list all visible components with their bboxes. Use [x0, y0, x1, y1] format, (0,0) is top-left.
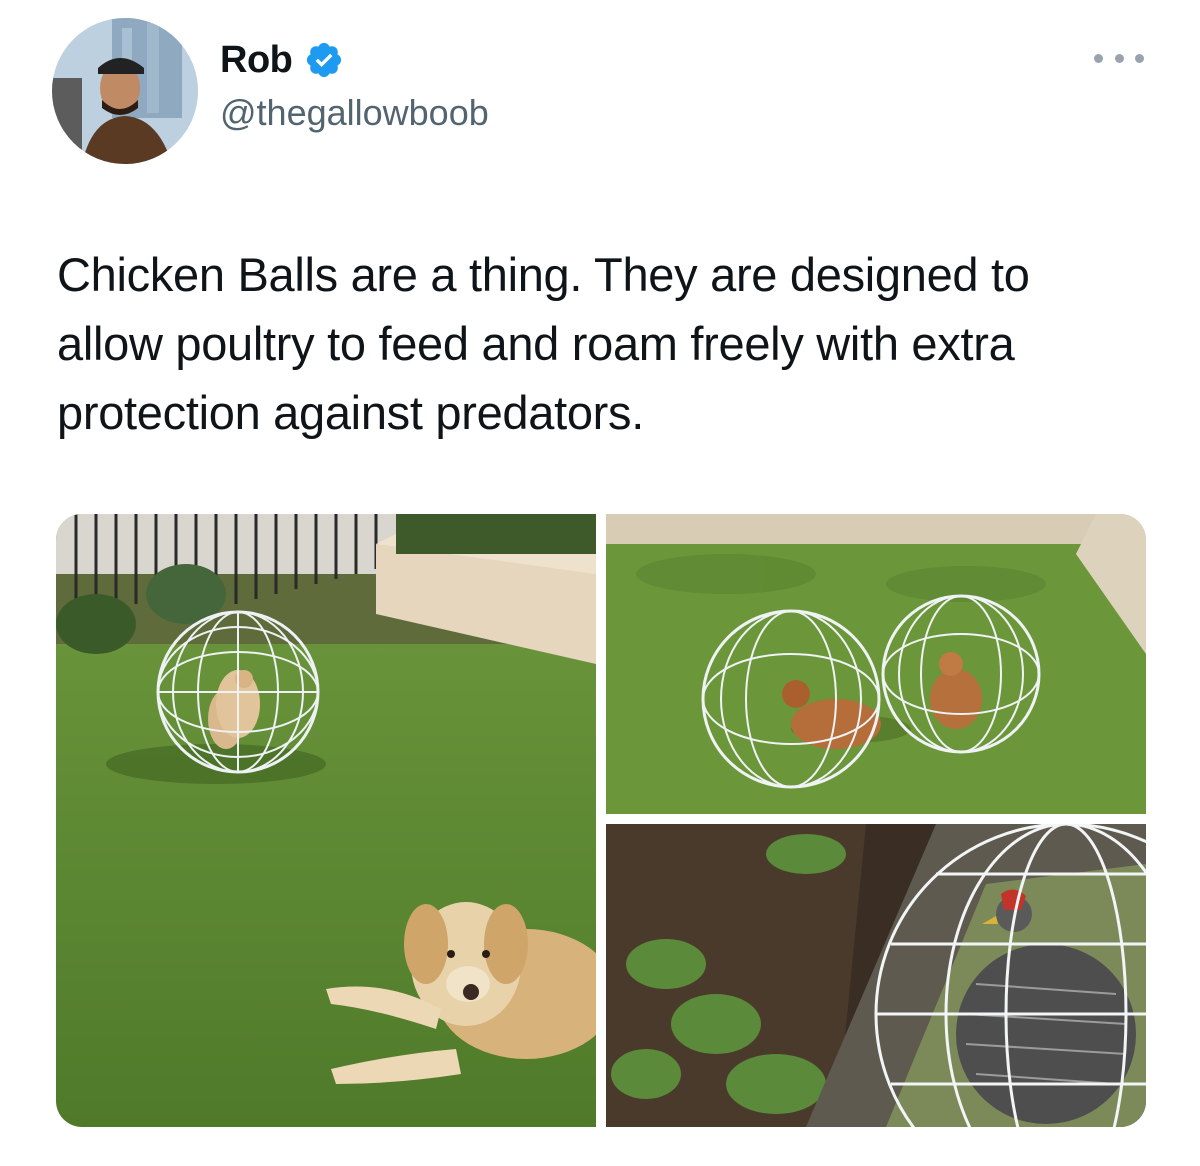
avatar[interactable]	[52, 18, 198, 164]
author-name-row: Rob	[220, 36, 344, 84]
dot	[1094, 53, 1103, 63]
author-display-name[interactable]: Rob	[220, 39, 293, 82]
dot	[1135, 53, 1144, 63]
author-handle[interactable]: @thegallowboob	[220, 92, 489, 134]
verified-badge-icon	[304, 40, 344, 80]
photo-two-chicken-balls[interactable]	[606, 514, 1146, 814]
tweet: Rob @thegallowboob Chicken Balls are a t…	[0, 0, 1200, 1166]
dot	[1114, 53, 1124, 63]
photo-chicken-closeup[interactable]	[606, 824, 1146, 1127]
more-options-icon[interactable]	[1094, 46, 1144, 70]
photo-chicken-ball-with-dog[interactable]	[56, 514, 596, 1127]
media-grid	[56, 514, 1146, 1127]
avatar-image	[52, 18, 198, 164]
tweet-text: Chicken Balls are a thing. They are desi…	[57, 248, 1030, 439]
